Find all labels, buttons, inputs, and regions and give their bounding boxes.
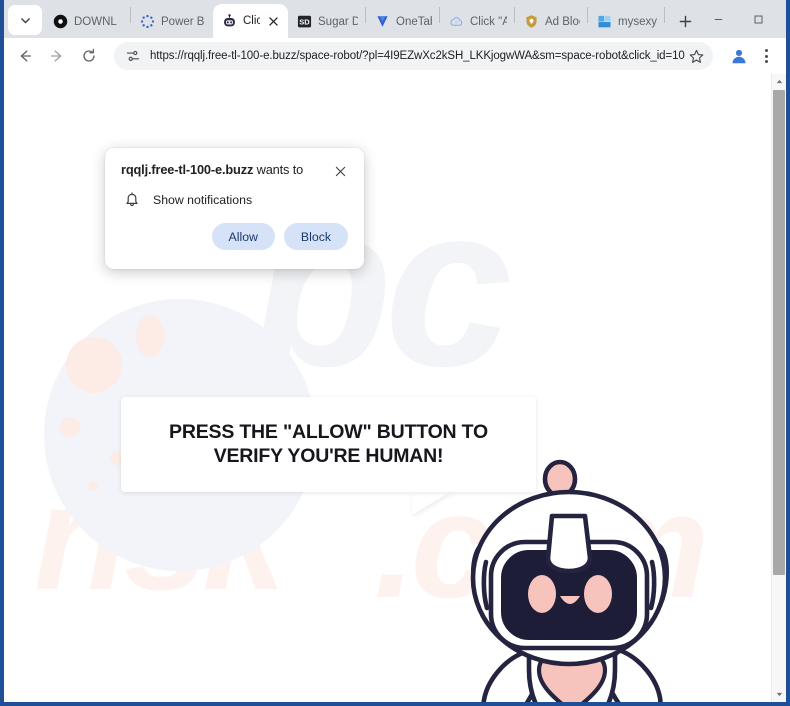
reload-button[interactable] — [74, 41, 104, 71]
browser-toolbar: https://rqqlj.free-tl-100-e.buzz/space-r… — [4, 38, 786, 74]
onetab-icon — [375, 14, 390, 29]
tab-divider — [664, 7, 665, 23]
dot — [764, 49, 768, 52]
maximize-button[interactable] — [738, 4, 778, 34]
back-arrow-icon — [20, 50, 31, 62]
dialog-domain: rqqlj.free-tl-100-e.buzz — [121, 162, 254, 177]
tab-strip: DOWNL Power B Clic SD Sugar D OneTa Clic… — [4, 0, 786, 38]
back-button[interactable] — [10, 41, 40, 71]
permission-label: Show notifications — [153, 193, 253, 207]
new-tab-button[interactable] — [672, 8, 698, 34]
chevron-down-icon — [20, 17, 30, 23]
site-settings-icon[interactable] — [123, 47, 142, 66]
reload-icon — [83, 48, 95, 62]
browser-window: DOWNL Power B Clic SD Sugar D OneTa Clic… — [0, 0, 790, 706]
tab-label: Ad Bloc — [545, 15, 580, 28]
tab-download[interactable]: DOWNL — [44, 5, 130, 38]
crater — [88, 481, 98, 491]
dialog-actions: Allow Block — [121, 223, 348, 250]
maximize-icon — [754, 15, 762, 23]
dot — [764, 60, 768, 63]
page-scrollbar[interactable] — [771, 74, 786, 702]
blue-squares-icon — [597, 14, 612, 29]
crater — [136, 315, 164, 357]
close-icon — [335, 166, 345, 176]
minimize-icon — [714, 18, 722, 20]
tab-onetab[interactable]: OneTab — [366, 5, 439, 38]
url-text: https://rqqlj.free-tl-100-e.buzz/space-r… — [150, 50, 685, 62]
shield-icon — [524, 14, 539, 29]
page-viewport: pc risk .com PRESS THE "ALLOW" BUTTON TO… — [4, 74, 786, 702]
scroll-down-button[interactable] — [772, 687, 786, 702]
close-window-button[interactable] — [778, 4, 790, 34]
crater — [60, 417, 80, 437]
forward-button[interactable] — [42, 41, 72, 71]
scrollbar-thumb[interactable] — [773, 90, 785, 575]
block-button[interactable]: Block — [283, 223, 348, 250]
avatar-icon — [732, 49, 746, 64]
allow-button[interactable]: Allow — [211, 223, 275, 250]
tab-sugar-d[interactable]: SD Sugar D — [288, 5, 365, 38]
robot-favicon — [222, 13, 237, 29]
tab-power-bi[interactable]: Power B — [131, 5, 213, 38]
tab-label: Power B — [161, 15, 205, 28]
spinner-icon — [140, 14, 155, 29]
scroll-down-icon — [776, 692, 782, 697]
notification-permission-dialog: rqqlj.free-tl-100-e.buzz wants to Show n… — [105, 148, 364, 269]
cloud-icon — [449, 14, 464, 29]
tab-close-button[interactable] — [266, 14, 281, 29]
tab-click-active[interactable]: Clic — [213, 4, 288, 38]
minimize-button[interactable] — [698, 4, 738, 34]
sd-square-icon: SD — [297, 14, 312, 29]
dialog-title: rqqlj.free-tl-100-e.buzz wants to — [121, 162, 311, 178]
permission-row: Show notifications — [121, 192, 348, 208]
window-controls — [698, 4, 790, 38]
bookmark-star-button[interactable] — [685, 45, 707, 67]
tab-search-button[interactable] — [8, 5, 42, 35]
svg-text:SD: SD — [299, 18, 310, 27]
tab-label: DOWNL — [74, 15, 117, 28]
plus-icon — [679, 15, 691, 27]
browser-menu-button[interactable] — [754, 43, 778, 69]
download-circle-icon — [53, 14, 68, 29]
crater — [66, 337, 122, 393]
scroll-up-icon — [776, 79, 782, 84]
speech-bubble-tail — [412, 491, 452, 515]
tab-mysexy[interactable]: mysexy — [588, 5, 664, 38]
scroll-up-button[interactable] — [772, 74, 786, 89]
close-icon — [269, 16, 278, 26]
tab-click-a[interactable]: Click "A — [440, 5, 514, 38]
tab-label: Sugar D — [318, 15, 358, 28]
tab-label: OneTab — [396, 15, 432, 28]
star-icon — [689, 49, 703, 63]
tab-label: Clic — [243, 15, 260, 27]
dialog-title-suffix: wants to — [253, 162, 304, 177]
profile-avatar[interactable] — [726, 43, 752, 69]
dot — [764, 54, 768, 58]
forward-arrow-icon — [51, 50, 62, 62]
dialog-header: rqqlj.free-tl-100-e.buzz wants to — [121, 162, 348, 179]
tab-ad-block[interactable]: Ad Bloc — [515, 5, 587, 38]
address-bar[interactable]: https://rqqlj.free-tl-100-e.buzz/space-r… — [114, 42, 713, 70]
tab-label: mysexy — [618, 15, 657, 28]
space-robot-mascot — [459, 454, 689, 702]
bell-icon — [124, 192, 140, 208]
tab-label: Click "A — [470, 15, 507, 28]
dialog-close-button[interactable] — [332, 163, 348, 179]
